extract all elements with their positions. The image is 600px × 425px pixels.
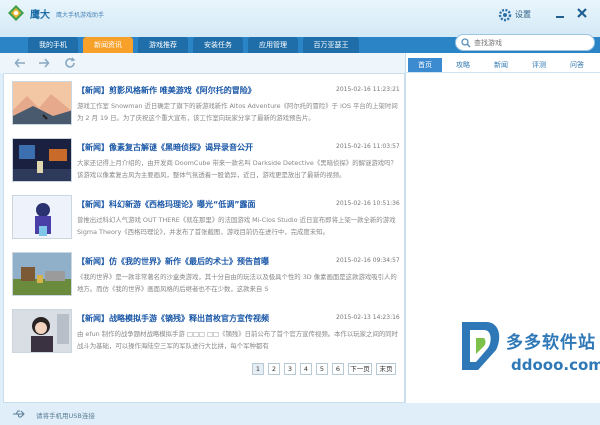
search-icon[interactable]: [461, 38, 471, 48]
pagination: 1 2 3 4 5 6 下一页 末页: [4, 363, 404, 375]
news-date: 2015-02-16 11:03:57: [336, 143, 400, 150]
app-name: 鹰大: [30, 10, 50, 21]
news-date: 2015-02-13 14:23:16: [336, 314, 400, 321]
list-item[interactable]: 【新闻】像素复古解谜《黑暗侦探》谒异录音公开 2015-02-16 11:03:…: [9, 135, 404, 187]
tab-home[interactable]: 首页: [408, 58, 442, 72]
news-thumbnail[interactable]: [12, 138, 72, 182]
page-4-button[interactable]: 4: [300, 363, 312, 375]
list-item[interactable]: 【新闻】战略模拟手游《镝残》释出首枚官方宣传视频 2015-02-13 14:2…: [9, 306, 404, 358]
news-title[interactable]: 【新闻】剪影风格新作 唯美游戏《阿尔托的冒险》: [77, 85, 337, 96]
news-thumbnail[interactable]: [12, 81, 72, 125]
tab-install-tasks[interactable]: 安装任务: [193, 37, 243, 53]
page-6-button[interactable]: 6: [332, 363, 344, 375]
list-item[interactable]: 【新闻】剪影风格新作 唯美游戏《阿尔托的冒险》 2015-02-16 11:23…: [9, 78, 404, 130]
status-text: 请将手机用USB连接: [36, 412, 95, 420]
page-1-button[interactable]: 1: [252, 363, 264, 375]
watermark-logo-icon: [462, 322, 500, 370]
page-3-button[interactable]: 3: [284, 363, 296, 375]
tab-reviews[interactable]: 评测: [522, 58, 556, 72]
watermark-url: ddooo.com: [511, 356, 600, 374]
app-subtitle: 鹰大手机游戏助手: [56, 12, 105, 19]
news-thumbnail[interactable]: [12, 195, 72, 239]
news-date: 2015-02-16 11:23:21: [336, 86, 400, 93]
news-title[interactable]: 【新闻】战略模拟手游《镝残》释出首枚官方宣传视频: [77, 313, 337, 324]
news-title[interactable]: 【新闻】像素复古解谜《黑暗侦探》谒异录音公开: [77, 142, 337, 153]
news-title[interactable]: 【新闻】科幻新游《西格玛理论》曝光“低调”露面: [77, 199, 337, 210]
page-5-button[interactable]: 5: [316, 363, 328, 375]
back-arrow-icon[interactable]: [14, 57, 26, 69]
status-bar: 请将手机用USB连接: [0, 403, 600, 425]
watermark-title: 多多软件站: [506, 333, 596, 353]
news-thumbnail[interactable]: [12, 309, 72, 353]
next-page-button[interactable]: 下一页: [348, 363, 372, 375]
tab-guides[interactable]: 攻略: [446, 58, 480, 72]
divider: [406, 72, 600, 73]
page-2-button[interactable]: 2: [268, 363, 280, 375]
forward-arrow-icon[interactable]: [38, 57, 50, 69]
list-item[interactable]: 【新闻】科幻新游《西格玛理论》曝光“低调”露面 2015-02-16 10:51…: [9, 192, 404, 244]
settings-button[interactable]: 设置: [515, 9, 531, 20]
tab-million-arthur[interactable]: 百万亚瑟王: [303, 37, 359, 53]
close-icon[interactable]: [576, 7, 588, 19]
title-bar: 鹰大 鹰大手机游戏助手 设置: [0, 0, 600, 37]
tab-news-side[interactable]: 新闻: [484, 58, 518, 72]
news-description: 曾推出过科幻人气游戏 OUT THERE《就在那里》的法国游戏 Mi-Clos …: [77, 216, 396, 236]
tab-app-manager[interactable]: 应用管理: [248, 37, 298, 53]
tab-game-recommend[interactable]: 游戏推荐: [138, 37, 188, 53]
news-description: 游戏工作室 Snowman 近日确定了旗下的新游戏新作 Altos Advent…: [77, 102, 398, 122]
last-page-button[interactable]: 末页: [376, 363, 396, 375]
news-description: 由 efun 制作的战争题材战略模拟手游 □□□ □□《镝残》日前公布了首个官方…: [77, 330, 399, 350]
gear-icon[interactable]: [498, 8, 512, 22]
search-box[interactable]: [455, 34, 595, 51]
right-panel: 首页 攻略 新闻 评测 问答 多多软件站 ddooo.com: [405, 53, 600, 403]
search-input[interactable]: [474, 37, 584, 48]
news-description: 《我的世界》是一款非常著名的沙盒类游戏，其十分自由的玩法以及极具个性的 3D 像…: [77, 273, 397, 293]
news-date: 2015-02-16 09:34:57: [336, 257, 400, 264]
browser-toolbar: [0, 53, 405, 73]
news-thumbnail[interactable]: [12, 252, 72, 296]
news-list: 【新闻】剪影风格新作 唯美游戏《阿尔托的冒险》 2015-02-16 11:23…: [3, 73, 405, 403]
app-logo-icon: [8, 5, 24, 21]
list-item[interactable]: 【新闻】仿《我的世界》新作《最后的术士》预告首曝 2015-02-16 09:3…: [9, 249, 404, 301]
refresh-icon[interactable]: [64, 57, 76, 69]
news-description: 大家还记得上月介绍的，由开发商 DoomCube 带来一款名叫 Darkside…: [77, 159, 397, 179]
usb-icon: [13, 410, 25, 418]
minimize-icon[interactable]: [555, 8, 565, 20]
tab-news[interactable]: 新闻资讯: [83, 37, 133, 53]
news-date: 2015-02-16 10:51:36: [336, 200, 400, 207]
tab-qa[interactable]: 问答: [560, 58, 594, 72]
tab-my-phone[interactable]: 我的手机: [28, 37, 78, 53]
news-title[interactable]: 【新闻】仿《我的世界》新作《最后的术士》预告首曝: [77, 256, 337, 267]
watermark: 多多软件站 ddooo.com: [456, 318, 600, 400]
